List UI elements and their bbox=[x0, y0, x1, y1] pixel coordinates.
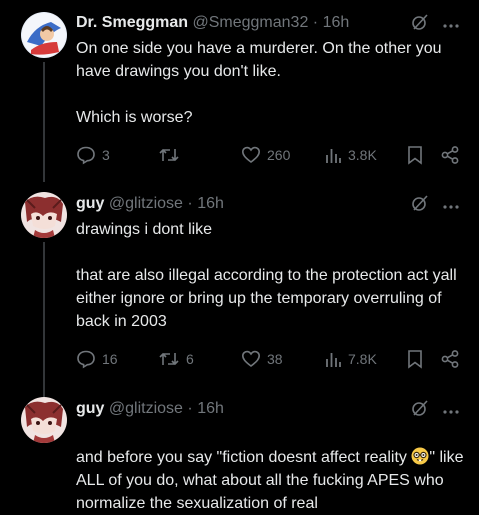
tweet-text: and before you say "fiction doesnt affec… bbox=[76, 423, 466, 515]
like-button[interactable]: 38 bbox=[241, 348, 283, 370]
views-button[interactable]: 3.8K bbox=[324, 144, 377, 166]
display-name[interactable]: guy bbox=[76, 400, 104, 417]
like-button[interactable]: 260 bbox=[241, 144, 290, 166]
separator-dot: · bbox=[312, 14, 319, 31]
share-button[interactable] bbox=[440, 348, 460, 370]
reply-button[interactable]: 16 bbox=[76, 348, 118, 370]
like-count: 260 bbox=[267, 147, 291, 163]
bookmark-icon bbox=[407, 349, 423, 369]
display-name[interactable]: Dr. Smeggman bbox=[76, 14, 188, 31]
nerd-emoji bbox=[411, 447, 429, 465]
tweet-actions: 3 260 3.8K bbox=[76, 144, 466, 166]
avatar-glitziose[interactable] bbox=[21, 397, 67, 443]
more-icon[interactable] bbox=[443, 402, 459, 420]
views-count: 7.8K bbox=[348, 351, 377, 367]
like-icon bbox=[241, 349, 261, 369]
grok-icon[interactable] bbox=[411, 13, 429, 36]
handle[interactable]: @Smeggman32 bbox=[192, 14, 308, 31]
tweet-top-actions bbox=[411, 13, 459, 36]
like-count: 38 bbox=[267, 351, 283, 367]
bookmark-button[interactable] bbox=[407, 144, 423, 166]
reply-count: 16 bbox=[102, 351, 118, 367]
retweet-icon bbox=[158, 145, 180, 165]
views-icon bbox=[324, 350, 342, 368]
retweet-icon bbox=[158, 349, 180, 369]
share-icon bbox=[440, 349, 460, 369]
tweet-top-actions bbox=[411, 399, 459, 422]
timestamp[interactable]: 16h bbox=[323, 14, 350, 31]
more-icon[interactable] bbox=[443, 16, 459, 34]
tweet-2[interactable]: guy @glitziose · 16h drawings i dont lik… bbox=[0, 180, 479, 397]
bookmark-icon bbox=[407, 145, 423, 165]
tweet-text: drawings i dont like that are also illeg… bbox=[76, 221, 457, 330]
grok-icon[interactable] bbox=[411, 194, 429, 217]
tweet-actions: 16 6 38 7.8K bbox=[76, 348, 466, 370]
reply-count: 3 bbox=[102, 147, 110, 163]
separator-dot: · bbox=[187, 195, 193, 212]
views-icon bbox=[324, 146, 342, 164]
retweet-button[interactable] bbox=[158, 144, 186, 166]
views-count: 3.8K bbox=[348, 147, 377, 163]
display-name[interactable]: guy bbox=[76, 195, 104, 212]
more-icon[interactable] bbox=[443, 197, 459, 215]
share-button[interactable] bbox=[440, 144, 460, 166]
handle[interactable]: @glitziose bbox=[109, 195, 183, 212]
separator-dot: · bbox=[187, 400, 193, 417]
tweet-3[interactable]: guy @glitziose · 16h and before you say … bbox=[0, 385, 479, 512]
retweet-button[interactable]: 6 bbox=[158, 348, 194, 370]
avatar-smeggman[interactable] bbox=[21, 12, 67, 58]
tweet-header: guy @glitziose · 16h bbox=[76, 399, 224, 419]
tweet-1[interactable]: Dr. Smeggman @Smeggman32 · 16h On one si… bbox=[0, 0, 479, 182]
share-icon bbox=[440, 145, 460, 165]
like-icon bbox=[241, 145, 261, 165]
tweet-text-part1: and before you say "fiction doesnt affec… bbox=[76, 449, 412, 466]
handle[interactable]: @glitziose bbox=[109, 400, 183, 417]
tweet-header: guy @glitziose · 16h bbox=[76, 194, 224, 214]
views-button[interactable]: 7.8K bbox=[324, 348, 377, 370]
timestamp[interactable]: 16h bbox=[197, 400, 224, 417]
thread-line bbox=[43, 62, 45, 182]
reply-button[interactable]: 3 bbox=[76, 144, 110, 166]
bookmark-button[interactable] bbox=[407, 348, 423, 370]
timestamp[interactable]: 16h bbox=[197, 195, 224, 212]
tweet-top-actions bbox=[411, 194, 459, 217]
tweet-text: On one side you have a murderer. On the … bbox=[76, 40, 442, 126]
avatar-glitziose[interactable] bbox=[21, 192, 67, 238]
thread-line bbox=[43, 242, 45, 397]
reply-icon bbox=[76, 145, 96, 165]
tweet-header: Dr. Smeggman @Smeggman32 · 16h bbox=[76, 13, 349, 33]
retweet-count: 6 bbox=[186, 351, 194, 367]
reply-icon bbox=[76, 349, 96, 369]
grok-icon[interactable] bbox=[411, 399, 429, 422]
